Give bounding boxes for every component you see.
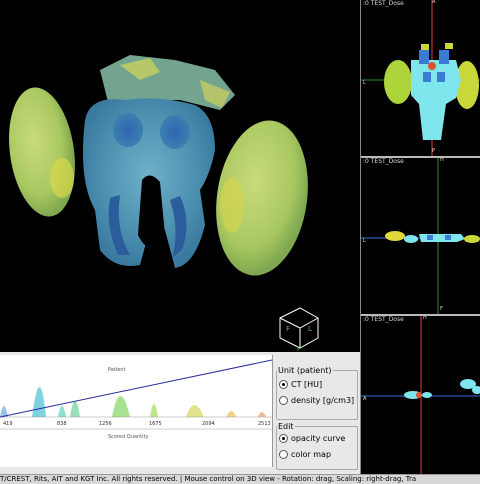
cube-face-front: F (286, 325, 290, 333)
coronal-axis-left: L (363, 238, 366, 244)
x-tick: 419 (3, 421, 13, 427)
controls-panel: Unit (patient) CT [HU] density [g/cm3] E… (273, 352, 360, 474)
sagittal-axis-left: A (363, 396, 367, 402)
axial-view[interactable]: :0 TEST_Dose A P L (361, 0, 480, 156)
edit-option-opacity-curve[interactable]: opacity curve (279, 434, 345, 443)
coronal-axis-bottom: F (440, 306, 443, 312)
x-tick: 2513 (258, 421, 271, 427)
radio-selected-icon (279, 380, 288, 389)
sagittal-axis-top: H (423, 316, 427, 321)
x-tick: 2094 (202, 421, 215, 427)
3d-render-view[interactable]: F L P (0, 0, 360, 352)
curve-bottom-title: Scored Quantity (108, 434, 148, 440)
opacity-curve-editor[interactable]: Patient 419 838 1256 1675 2094 2513 Scor… (0, 355, 273, 467)
axial-slice-image (361, 0, 480, 156)
sagittal-slice-image (361, 316, 480, 474)
coronal-axis-top: H (440, 158, 444, 163)
x-tick-labels: 419 838 1256 1675 2094 2513 (3, 421, 271, 427)
ortho-panels: :0 TEST_Dose A P L :0 TEST_Dose H F L:0… (361, 0, 480, 474)
unit-group-title: Unit (patient) (277, 366, 333, 375)
transfer-function-panel: Patient 419 838 1256 1675 2094 2513 Scor… (0, 352, 360, 474)
axial-axis-bottom: P (432, 148, 436, 154)
coronal-slice-image (361, 158, 480, 314)
unit-option-ct[interactable]: CT [HU] (279, 380, 322, 389)
orientation-cube[interactable]: F L P (279, 307, 319, 352)
sagittal-view[interactable]: :0 TEST_Dose H A (361, 316, 480, 474)
radio-selected-icon (279, 434, 288, 443)
radio-unselected-icon (279, 396, 288, 405)
curve-top-title: Patient (108, 367, 125, 373)
3d-volume-render: F L P (9, 55, 319, 352)
axial-axis-top: A (432, 0, 436, 5)
unit-option-density[interactable]: density [g/cm3] (279, 396, 354, 405)
unit-group (276, 370, 358, 420)
cube-face-right: L (308, 325, 312, 333)
x-tick: 1256 (99, 421, 112, 427)
left-organ-shape (9, 87, 75, 217)
edit-group (276, 426, 358, 470)
coronal-view[interactable]: :0 TEST_Dose H F L (361, 158, 480, 314)
histogram-graph: Patient 419 838 1256 1675 2094 2513 Scor… (0, 359, 273, 440)
edit-group-title: Edit (277, 422, 295, 431)
radio-unselected-icon (279, 450, 288, 459)
x-tick: 838 (57, 421, 67, 427)
axial-axis-left: L (363, 80, 366, 86)
edit-option-color-map[interactable]: color map (279, 450, 331, 459)
x-tick: 1675 (149, 421, 162, 427)
